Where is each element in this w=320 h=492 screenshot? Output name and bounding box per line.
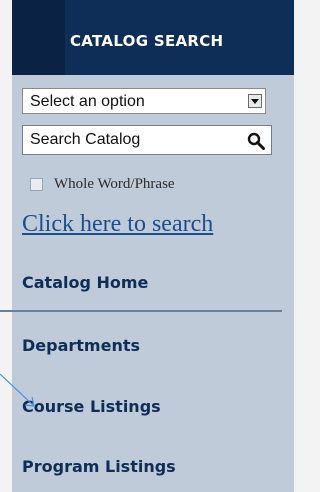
catalog-search-header: CATALOG SEARCH [12,0,294,75]
nav-item-catalog-home[interactable]: Catalog Home [22,273,148,292]
search-icon[interactable] [247,132,265,150]
whole-word-label: Whole Word/Phrase [54,176,175,192]
chevron-down-icon[interactable] [248,94,262,108]
header-accent [12,0,65,75]
nav-item-departments[interactable]: Departments [22,336,140,355]
search-placeholder: Search Catalog [30,131,141,148]
catalog-search-panel: CATALOG SEARCH [12,0,294,492]
option-select[interactable]: Select an option [22,88,266,114]
annotation-arrow [0,373,35,407]
nav-item-program-listings[interactable]: Program Listings [22,457,176,476]
search-link[interactable]: Click here to search [22,211,213,238]
panel-title: CATALOG SEARCH [70,32,224,50]
nav-divider [0,310,282,312]
whole-word-checkbox[interactable] [30,178,43,191]
select-text: Select an option [30,93,145,110]
search-input[interactable]: Search Catalog [22,125,272,155]
